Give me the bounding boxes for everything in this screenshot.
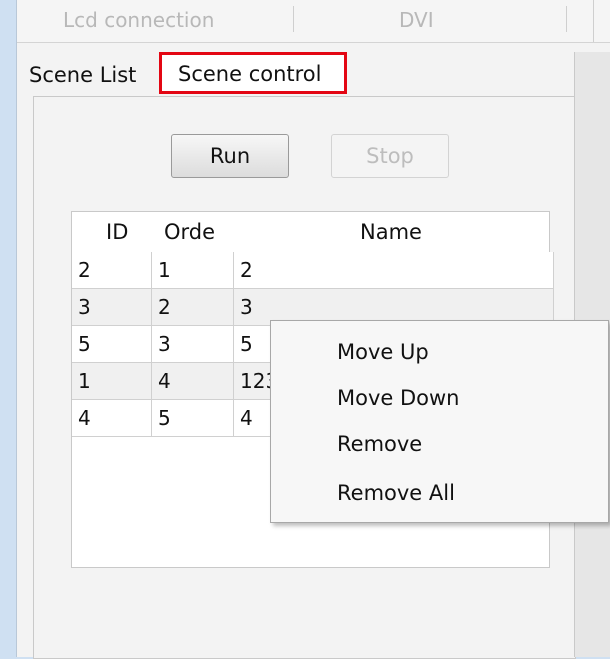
- context-menu: Move Up Move Down Remove Remove All: [270, 320, 609, 523]
- cell-id: 1: [72, 363, 152, 400]
- column-header-name[interactable]: Name: [360, 220, 422, 244]
- cell-order: 5: [152, 400, 234, 437]
- column-header-order[interactable]: Orde: [164, 220, 215, 244]
- cell-order: 3: [152, 326, 234, 363]
- menu-item-move-down[interactable]: Move Down: [337, 386, 460, 410]
- scroll-tab-area: [593, 0, 610, 42]
- tab-scene-control[interactable]: Scene control: [159, 52, 347, 94]
- table-header: ID Orde Name: [72, 212, 549, 252]
- cell-id: 3: [72, 289, 152, 326]
- menu-item-remove-all[interactable]: Remove All: [337, 481, 455, 505]
- separator: [566, 6, 567, 32]
- cell-order: 2: [152, 289, 234, 326]
- stop-button[interactable]: Stop: [331, 134, 449, 178]
- cell-order: 1: [152, 252, 234, 289]
- cell-id: 2: [72, 252, 152, 289]
- top-tab-bar: Lcd connection DVI: [17, 0, 610, 43]
- cell-name: 2: [234, 252, 554, 289]
- menu-item-move-up[interactable]: Move Up: [337, 340, 429, 364]
- cell-order: 4: [152, 363, 234, 400]
- run-button[interactable]: Run: [171, 134, 289, 178]
- column-header-id[interactable]: ID: [106, 220, 128, 244]
- separator: [293, 6, 294, 32]
- tab-scene-list[interactable]: Scene List: [29, 63, 136, 87]
- table-row[interactable]: 2 1 2: [72, 252, 554, 289]
- tab-dvi[interactable]: DVI: [399, 8, 434, 32]
- tab-strip: Scene List Scene control: [17, 52, 610, 98]
- tab-lcd-connection[interactable]: Lcd connection: [63, 8, 214, 32]
- cell-id: 5: [72, 326, 152, 363]
- cell-id: 4: [72, 400, 152, 437]
- menu-item-remove[interactable]: Remove: [337, 432, 422, 456]
- tab-scene-control-label: Scene control: [178, 62, 322, 86]
